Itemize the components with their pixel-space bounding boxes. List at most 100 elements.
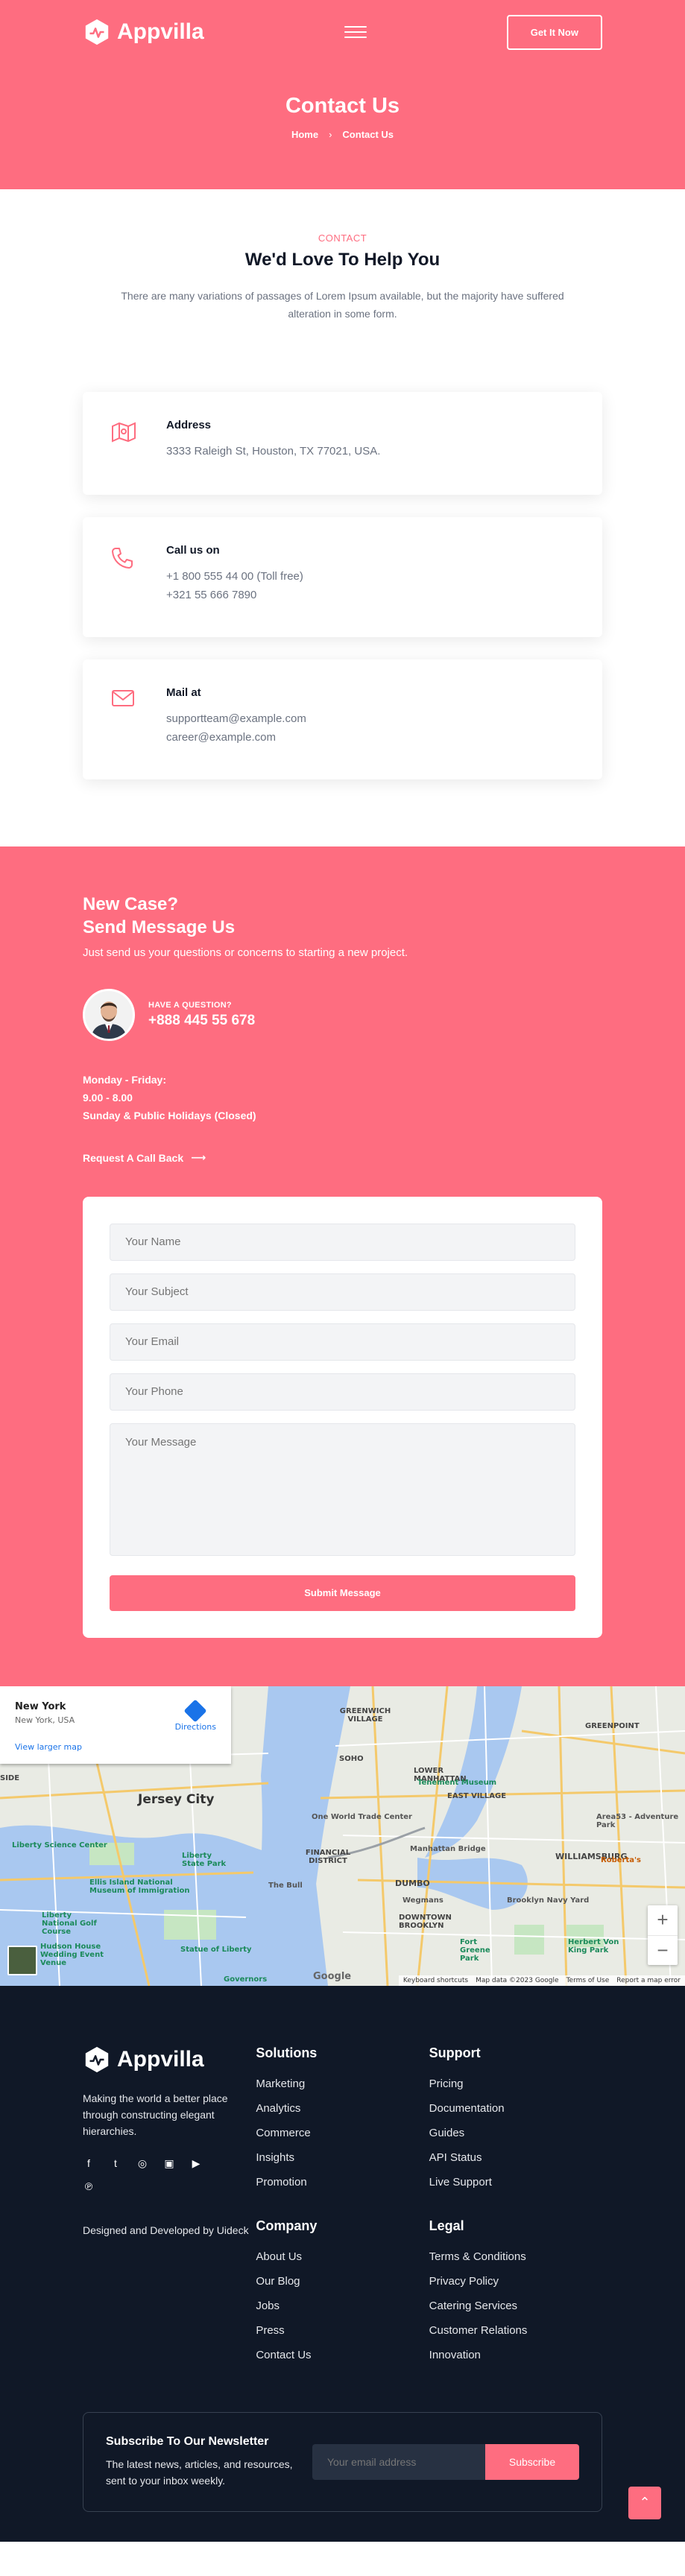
view-larger-map-link[interactable]: View larger map (15, 1742, 82, 1752)
support-agent: HAVE A QUESTION? +888 445 55 678 (83, 989, 602, 1041)
report-error-link[interactable]: Report a map error (616, 1977, 681, 1984)
hours-time: 9.00 - 8.00 (83, 1092, 133, 1104)
footer-link-commerce[interactable]: Commerce (256, 2127, 429, 2139)
zoom-out-button[interactable]: − (648, 1934, 678, 1965)
footer-link-press[interactable]: Press (256, 2324, 429, 2337)
footer-link-pricing[interactable]: Pricing (429, 2077, 602, 2090)
map-label-dumbo: DUMBO (395, 1878, 430, 1888)
mail-icon (111, 686, 138, 753)
get-it-now-button[interactable]: Get It Now (506, 14, 602, 50)
breadcrumb: Home › Contact Us (83, 129, 602, 140)
map-label-wtc: One World Trade Center (312, 1812, 412, 1821)
send-heading-line1: New Case? (83, 894, 179, 914)
google-map[interactable]: Jersey City EAST VILLAGE GREENWICH VILLA… (0, 1686, 685, 1986)
email-field[interactable] (110, 1323, 575, 1361)
zoom-in-button[interactable]: + (648, 1905, 678, 1935)
directions-button[interactable]: Directions (175, 1698, 216, 1732)
support-heading: Support (429, 2045, 481, 2060)
footer-link-api-status[interactable]: API Status (429, 2151, 602, 2164)
social-links: f t ◎ ▣ ▶ ℗ (83, 2157, 217, 2192)
address-card-title: Address (166, 419, 212, 431)
footer-link-about[interactable]: About Us (256, 2250, 429, 2263)
facebook-icon[interactable]: f (83, 2157, 95, 2170)
footer-link-documentation[interactable]: Documentation (429, 2102, 602, 2115)
contact-form: Submit Message (83, 1196, 602, 1638)
footer-column-left: Solutions Marketing Analytics Commerce I… (256, 2045, 429, 2373)
section-heading: We'd Love To Help You (244, 250, 441, 270)
mail-card: Mail at supportteam@example.com career@e… (83, 659, 602, 779)
pinterest-icon[interactable]: ℗ (83, 2180, 95, 2192)
map-label-tenement: Tenement Museum (417, 1778, 497, 1787)
footer-column-right: Support Pricing Documentation Guides API… (429, 2045, 602, 2373)
hero-section: Appvilla Get It Now Contact Us Home › Co… (0, 0, 685, 189)
breadcrumb-home[interactable]: Home (291, 129, 318, 140)
newsletter-email-input[interactable] (312, 2443, 485, 2480)
map-satellite-toggle[interactable] (7, 1945, 37, 1975)
send-heading: New Case? Send Message Us (83, 893, 602, 939)
footer-link-customer-relations[interactable]: Customer Relations (429, 2324, 602, 2337)
menu-toggle-icon[interactable] (344, 26, 367, 38)
map-label-area53: Area53 - Adventure Park (596, 1812, 679, 1829)
footer-logo[interactable]: Appvilla (83, 2045, 256, 2074)
map-label-roberta: Roberta's (601, 1855, 641, 1864)
message-field[interactable] (110, 1423, 575, 1556)
legal-heading: Legal (429, 2218, 464, 2233)
name-field[interactable] (110, 1223, 575, 1261)
map-label-liberty-park: Liberty State Park (182, 1851, 227, 1868)
email-support[interactable]: supportteam@example.com (166, 709, 306, 728)
terms-link[interactable]: Terms of Use (566, 1977, 610, 1984)
navbar: Appvilla Get It Now (83, 0, 602, 64)
google-logo: Google (313, 1970, 352, 1982)
map-label-east-village: EAST VILLAGE (447, 1791, 507, 1800)
footer-link-innovation[interactable]: Innovation (429, 2349, 602, 2361)
email-career[interactable]: career@example.com (166, 728, 306, 747)
hours-days: Monday - Friday: (83, 1074, 167, 1086)
submit-message-button[interactable]: Submit Message (110, 1575, 575, 1611)
phone-line-tollfree[interactable]: +1 800 555 44 00 (Toll free) (166, 567, 303, 586)
hotline-number[interactable]: +888 445 55 678 (148, 1013, 255, 1029)
phone-field[interactable] (110, 1373, 575, 1411)
subscribe-button[interactable]: Subscribe (485, 2443, 579, 2480)
newsletter-text: The latest news, articles, and resources… (106, 2458, 293, 2487)
map-label-brooklyn-navy: Brooklyn Navy Yard (507, 1896, 590, 1905)
section-tagline: CONTACT (318, 232, 367, 244)
footer-link-insights[interactable]: Insights (256, 2151, 429, 2164)
footer-link-blog[interactable]: Our Blog (256, 2275, 429, 2288)
footer-link-privacy[interactable]: Privacy Policy (429, 2275, 602, 2288)
footer-link-promotion[interactable]: Promotion (256, 2176, 429, 2189)
youtube-icon[interactable]: ▶ (190, 2157, 202, 2170)
request-callback-link[interactable]: Request A Call Back ⟶ (83, 1151, 206, 1164)
avatar (83, 989, 135, 1041)
map-label-soho: SOHO (339, 1754, 364, 1763)
footer-link-marketing[interactable]: Marketing (256, 2077, 429, 2090)
breadcrumb-separator-icon: › (329, 129, 332, 140)
map-zoom-controls: + − (648, 1905, 678, 1965)
footer-link-jobs[interactable]: Jobs (256, 2300, 429, 2312)
brand-logo[interactable]: Appvilla (83, 18, 204, 46)
twitter-icon[interactable]: t (110, 2157, 121, 2170)
logo-icon (85, 2046, 109, 2072)
map-info-card: New York New York, USA Directions View l… (0, 1686, 231, 1764)
scroll-to-top-button[interactable]: ⌃ (628, 2486, 661, 2519)
footer-link-analytics[interactable]: Analytics (256, 2102, 429, 2115)
footer-link-catering[interactable]: Catering Services (429, 2300, 602, 2312)
footer-link-live-support[interactable]: Live Support (429, 2176, 602, 2189)
map-label-financial-district: FINANCIAL DISTRICT (305, 1848, 351, 1865)
subject-field[interactable] (110, 1273, 575, 1311)
section-description: There are many variations of passages of… (121, 290, 564, 320)
footer-link-terms[interactable]: Terms & Conditions (429, 2250, 602, 2263)
footer-link-contact[interactable]: Contact Us (256, 2349, 429, 2361)
map-label-bull: The Bull (268, 1881, 303, 1890)
keyboard-shortcuts-link[interactable]: Keyboard shortcuts (403, 1977, 468, 1984)
brand-name: Appvilla (117, 19, 204, 44)
mail-card-title: Mail at (166, 686, 201, 699)
map-label-fort-greene: Fort Greene Park (460, 1937, 490, 1963)
footer-link-guides[interactable]: Guides (429, 2127, 602, 2139)
linkedin-icon[interactable]: ▣ (163, 2157, 175, 2170)
hours-closed: Sunday & Public Holidays (Closed) (83, 1110, 256, 1121)
intro-section: CONTACT We'd Love To Help You There are … (83, 189, 602, 323)
arrow-right-icon: ⟶ (191, 1151, 206, 1163)
map-label-wegmans: Wegmans (403, 1896, 443, 1905)
phone-line-secondary[interactable]: +321 55 666 7890 (166, 586, 303, 604)
instagram-icon[interactable]: ◎ (136, 2157, 148, 2170)
